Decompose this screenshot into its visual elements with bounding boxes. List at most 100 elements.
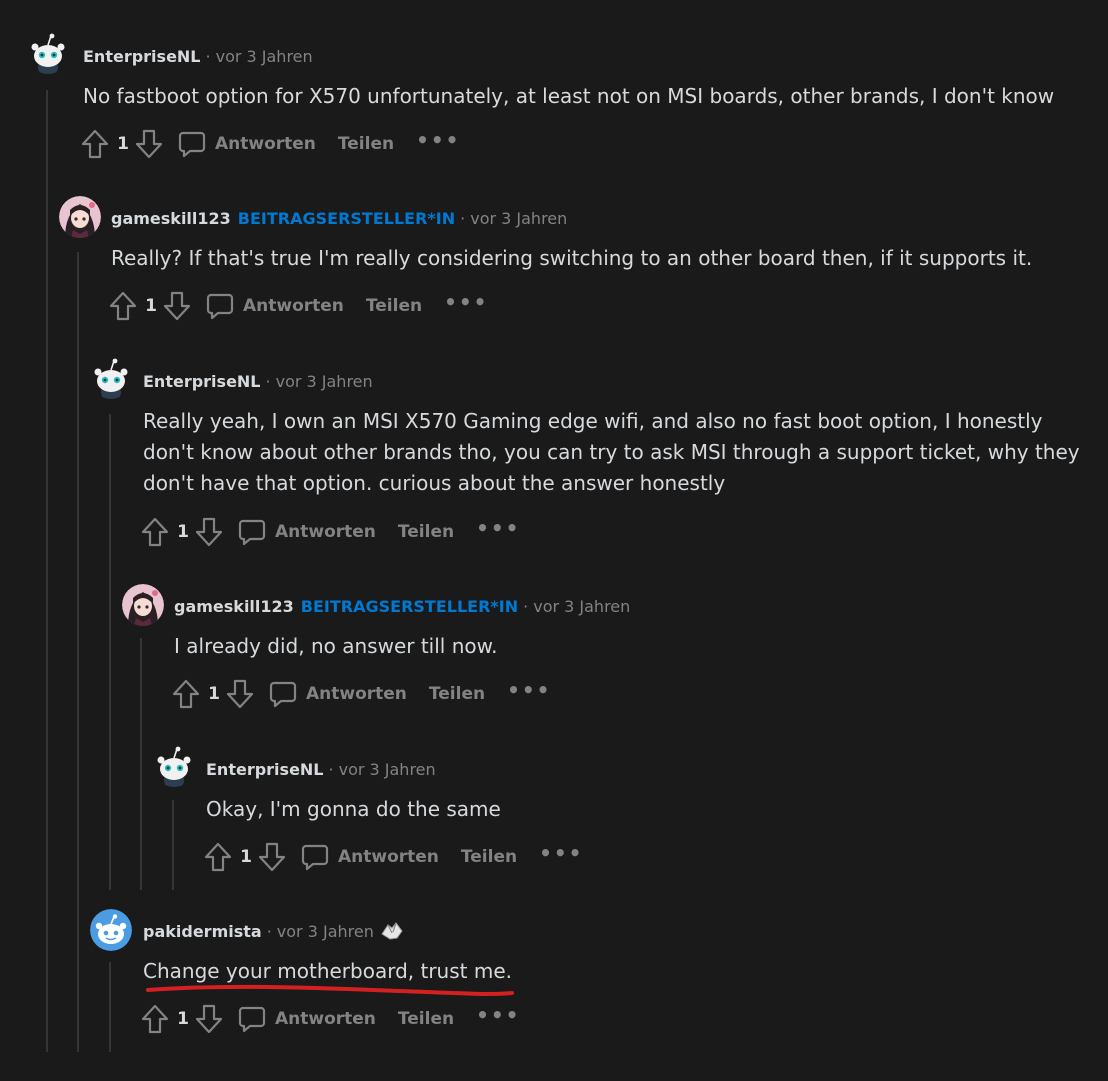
op-badge: BEITRAGSERSTELLER*IN <box>237 208 456 228</box>
downvote-arrow-icon[interactable] <box>134 129 164 159</box>
comment-text-line: don't have that option. curious about th… <box>143 471 726 495</box>
avatar[interactable] <box>153 745 195 787</box>
thread-line-level-2[interactable] <box>77 252 79 1052</box>
comment-bubble-icon <box>238 1005 266 1033</box>
red-underline-annotation <box>146 984 514 997</box>
comment-actions: 1 Antworten Teilen ••• <box>171 677 551 711</box>
reply-button[interactable]: Antworten <box>178 130 316 158</box>
upvote-arrow-icon[interactable] <box>203 842 233 872</box>
separator: · <box>523 596 529 616</box>
comment-bubble-icon <box>206 292 234 320</box>
timestamp[interactable]: vor 3 Jahren <box>339 760 436 779</box>
upvote-arrow-icon[interactable] <box>140 1004 170 1034</box>
reply-label: Antworten <box>243 296 344 316</box>
comment-text-line: I already did, no answer till now. <box>174 634 498 658</box>
comment-body: Really yeah, I own an MSI X570 Gaming ed… <box>143 406 1080 499</box>
reply-label: Antworten <box>275 522 376 542</box>
separator: · <box>266 921 272 941</box>
comment-bubble-icon <box>269 680 297 708</box>
comment-actions: 1 Antworten Teilen ••• <box>140 515 520 549</box>
more-options-icon[interactable]: ••• <box>476 518 520 546</box>
author-name[interactable]: EnterpriseNL <box>143 372 261 391</box>
upvote-arrow-icon[interactable] <box>171 679 201 709</box>
comment-meta: EnterpriseNL · vor 3 Jahren <box>83 44 313 68</box>
avatar[interactable] <box>90 357 132 399</box>
downvote-arrow-icon[interactable] <box>225 679 255 709</box>
comment-actions: 1 Antworten Teilen ••• <box>203 840 583 874</box>
comment-body: Really? If that's true I'm really consid… <box>111 243 1032 274</box>
reply-label: Antworten <box>306 684 407 704</box>
separator: · <box>328 759 334 779</box>
comment-body: Okay, I'm gonna do the same <box>206 794 501 825</box>
thread-line-level-4[interactable] <box>140 638 142 890</box>
author-name[interactable]: EnterpriseNL <box>206 760 324 779</box>
comment-text-line: don't know about other brands tho, you c… <box>143 440 1080 464</box>
comment-text-line: Okay, I'm gonna do the same <box>206 797 501 821</box>
comment-body: No fastboot option for X570 unfortunatel… <box>83 81 1054 112</box>
vote-score: 1 <box>117 134 129 154</box>
helping-hands-award-icon[interactable] <box>379 919 405 943</box>
avatar[interactable] <box>122 584 164 626</box>
more-options-icon[interactable]: ••• <box>416 130 460 158</box>
avatar[interactable] <box>59 196 101 238</box>
downvote-arrow-icon[interactable] <box>194 1004 224 1034</box>
more-options-icon[interactable]: ••• <box>444 292 488 320</box>
op-badge: BEITRAGSERSTELLER*IN <box>300 596 519 616</box>
upvote-arrow-icon[interactable] <box>140 517 170 547</box>
avatar[interactable] <box>27 32 69 74</box>
share-button[interactable]: Teilen <box>398 1009 454 1029</box>
vote-score: 1 <box>208 684 220 704</box>
comment-actions: 1 Antworten Teilen ••• <box>108 289 488 323</box>
comment-meta: EnterpriseNL · vor 3 Jahren <box>143 369 373 393</box>
timestamp[interactable]: vor 3 Jahren <box>470 209 567 228</box>
timestamp[interactable]: vor 3 Jahren <box>533 597 630 616</box>
downvote-arrow-icon[interactable] <box>257 842 287 872</box>
thread-line-level-5[interactable] <box>172 800 174 890</box>
timestamp[interactable]: vor 3 Jahren <box>216 47 313 66</box>
author-name[interactable]: gameskill123 <box>174 597 294 616</box>
downvote-arrow-icon[interactable] <box>194 517 224 547</box>
timestamp[interactable]: vor 3 Jahren <box>277 922 374 941</box>
separator: · <box>265 371 271 391</box>
reply-button[interactable]: Antworten <box>238 518 376 546</box>
author-name[interactable]: pakidermista <box>143 922 262 941</box>
reply-button[interactable]: Antworten <box>238 1005 376 1033</box>
share-button[interactable]: Teilen <box>398 522 454 542</box>
more-options-icon[interactable]: ••• <box>539 843 583 871</box>
downvote-arrow-icon[interactable] <box>162 291 192 321</box>
more-options-icon[interactable]: ••• <box>476 1005 520 1033</box>
more-options-icon[interactable]: ••• <box>507 680 551 708</box>
comment-body: I already did, no answer till now. <box>174 631 498 662</box>
avatar[interactable] <box>90 909 132 951</box>
comment-text-line: No fastboot option for X570 unfortunatel… <box>83 84 1055 108</box>
share-button[interactable]: Teilen <box>366 296 422 316</box>
share-button[interactable]: Teilen <box>429 684 485 704</box>
comment-text-line: Really yeah, I own an MSI X570 Gaming ed… <box>143 409 1043 433</box>
reply-button[interactable]: Antworten <box>206 292 344 320</box>
vote-score: 1 <box>240 847 252 867</box>
author-name[interactable]: gameskill123 <box>111 209 231 228</box>
vote-score: 1 <box>145 296 157 316</box>
upvote-arrow-icon[interactable] <box>80 129 110 159</box>
thread-line-level-1[interactable] <box>46 90 48 1052</box>
reply-label: Antworten <box>338 847 439 867</box>
upvote-arrow-icon[interactable] <box>108 291 138 321</box>
vote-score: 1 <box>177 522 189 542</box>
reply-button[interactable]: Antworten <box>269 680 407 708</box>
comment-text-line: Really? If that's true I'm really consid… <box>111 246 1033 270</box>
reply-button[interactable]: Antworten <box>301 843 439 871</box>
comment-actions: 1 Antworten Teilen ••• <box>140 1002 520 1036</box>
comment-bubble-icon <box>238 518 266 546</box>
thread-line-level-3b[interactable] <box>109 962 111 1052</box>
share-button[interactable]: Teilen <box>461 847 517 867</box>
comment-meta: gameskill123 BEITRAGSERSTELLER*IN · vor … <box>174 594 630 618</box>
comment-actions: 1 Antworten Teilen ••• <box>80 127 460 161</box>
author-name[interactable]: EnterpriseNL <box>83 47 201 66</box>
share-button[interactable]: Teilen <box>338 134 394 154</box>
comment-meta: gameskill123 BEITRAGSERSTELLER*IN · vor … <box>111 206 567 230</box>
comment-bubble-icon <box>301 843 329 871</box>
comment-bubble-icon <box>178 130 206 158</box>
thread-line-level-3[interactable] <box>109 414 111 890</box>
separator: · <box>205 46 211 66</box>
timestamp[interactable]: vor 3 Jahren <box>276 372 373 391</box>
